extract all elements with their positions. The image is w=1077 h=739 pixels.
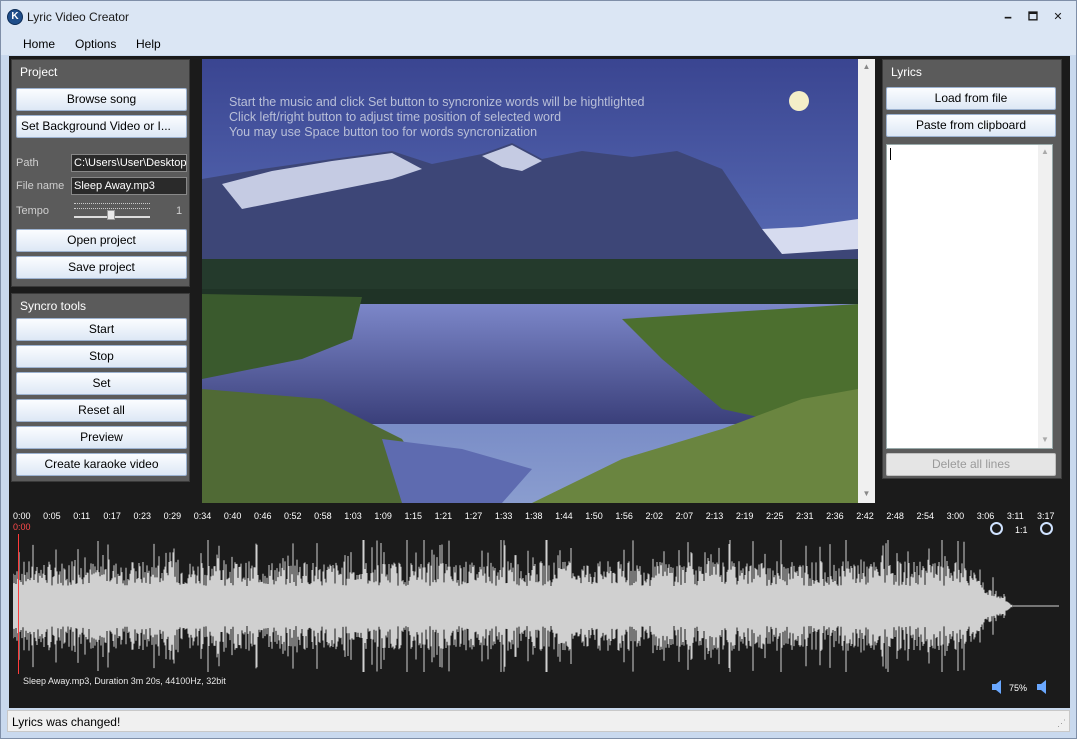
timeline-tick-label: 2:19	[735, 511, 754, 521]
menu-home[interactable]: Home	[23, 37, 55, 51]
scroll-down-icon[interactable]: ▼	[858, 489, 875, 498]
timeline-tick-label: 2:31	[796, 511, 814, 521]
close-button[interactable]: ✕	[1047, 7, 1069, 27]
lyrics-panel-title: Lyrics	[891, 65, 922, 79]
tempo-ticks	[74, 203, 150, 209]
zoom-out-icon[interactable]	[1040, 522, 1053, 535]
hint-line-2: Click left/right button to adjust time p…	[229, 110, 562, 124]
file-name-field[interactable]: Sleep Away.mp3	[71, 177, 187, 195]
timeline-tick-label: 1:56	[615, 511, 633, 521]
paste-from-clipboard-button[interactable]: Paste from clipboard	[886, 114, 1056, 137]
timeline-tick-label: 2:48	[886, 511, 904, 521]
delete-all-lines-button[interactable]: Delete all lines	[886, 453, 1056, 476]
scroll-up-icon[interactable]: ▲	[858, 62, 875, 71]
maximize-button[interactable]: 🗖	[1022, 7, 1044, 27]
menu-options[interactable]: Options	[75, 37, 116, 51]
zoom-in-icon[interactable]	[990, 522, 1003, 535]
reset-all-button[interactable]: Reset all	[16, 399, 187, 422]
open-project-button[interactable]: Open project	[16, 229, 187, 252]
browse-song-button[interactable]: Browse song	[16, 88, 187, 111]
lyrics-scroll-up-icon[interactable]: ▲	[1041, 147, 1049, 156]
timeline-tick-label: 3:11	[1006, 511, 1024, 521]
timeline-tick-label: 2:36	[826, 511, 844, 521]
playhead-time: 0:00	[13, 522, 31, 532]
timeline-tick-label: 2:54	[916, 511, 935, 521]
lyrics-textarea[interactable]: ▲ ▼	[886, 144, 1053, 449]
project-panel: Project Browse song Set Background Video…	[11, 59, 190, 287]
timeline-tick-label: 0:52	[284, 511, 302, 521]
path-label: Path	[16, 157, 39, 169]
timeline-tick-label: 1:15	[404, 511, 423, 521]
load-from-file-button[interactable]: Load from file	[886, 87, 1056, 110]
timeline-tick-label: 1:27	[464, 511, 483, 521]
file-name-label: File name	[16, 180, 65, 192]
start-button[interactable]: Start	[16, 318, 187, 341]
syncro-tools-title: Syncro tools	[20, 299, 87, 313]
timeline-tick-label: 0:00	[13, 511, 31, 521]
timeline-tick-label: 1:44	[555, 511, 573, 521]
stop-button[interactable]: Stop	[16, 345, 187, 368]
tempo-value: 1	[176, 205, 183, 217]
timeline-tick-label: 0:46	[253, 511, 272, 521]
minimize-button[interactable]: 🗕	[997, 7, 1019, 27]
timeline-tick-label: 0:17	[103, 511, 121, 521]
syncro-tools-panel: Syncro tools Start Stop Set Reset all Pr…	[11, 293, 190, 482]
timeline-tick-label: 0:40	[223, 511, 242, 521]
menu-bar: Home Options Help	[1, 33, 1076, 55]
save-project-button[interactable]: Save project	[16, 256, 187, 279]
status-bar: Lyrics was changed! ⋰	[7, 710, 1070, 732]
volume-level: 75%	[1009, 683, 1028, 693]
preview-button[interactable]: Preview	[16, 426, 187, 449]
timeline-tick-label: 1:03	[344, 511, 362, 521]
timeline-tick-label: 2:25	[765, 511, 784, 521]
timeline-tick-label: 2:07	[675, 511, 694, 521]
resize-grip-icon[interactable]: ⋰	[1057, 718, 1066, 729]
lyrics-scrollbar[interactable]: ▲ ▼	[1038, 145, 1052, 448]
timeline-tick-label: 1:38	[525, 511, 543, 521]
workspace: Project Browse song Set Background Video…	[9, 56, 1070, 708]
timeline-tick-label: 0:58	[314, 511, 332, 521]
set-button[interactable]: Set	[16, 372, 187, 395]
window-title: Lyric Video Creator	[27, 10, 130, 24]
playhead-line[interactable]	[18, 534, 19, 674]
title-bar: K Lyric Video Creator 🗕 🗖 ✕	[1, 1, 1076, 33]
waveform-path	[13, 540, 1013, 672]
timeline-tick-label: 1:33	[494, 511, 513, 521]
menu-help[interactable]: Help	[136, 37, 161, 51]
timeline-tick-label: 0:29	[163, 511, 182, 521]
timeline-tick-label: 0:23	[133, 511, 151, 521]
audio-waveform[interactable]	[13, 536, 1059, 676]
set-background-button[interactable]: Set Background Video or I...	[16, 115, 187, 138]
video-preview[interactable]: Start the music and click Set button to …	[202, 59, 858, 503]
timeline-tick-label: 0:34	[193, 511, 212, 521]
timeline-tick-label: 2:13	[705, 511, 724, 521]
timeline-tick-label: 1:09	[374, 511, 392, 521]
timeline-tick-label: 3:06	[976, 511, 995, 521]
app-logo-icon: K	[7, 9, 23, 25]
hint-line-1: Start the music and click Set button to …	[229, 95, 645, 109]
hint-line-3: You may use Space button too for words s…	[229, 125, 538, 139]
path-field[interactable]: C:\Users\User\Desktop	[71, 154, 187, 172]
zoom-ratio: 1:1	[1015, 525, 1028, 535]
timeline-tick-label: 0:11	[73, 511, 91, 521]
timeline-tick-label: 0:05	[43, 511, 61, 521]
timeline-tick-label: 2:42	[856, 511, 874, 521]
status-message: Lyrics was changed!	[12, 715, 121, 729]
tempo-label: Tempo	[16, 205, 50, 217]
video-scrollbar[interactable]: ▲ ▼	[858, 59, 875, 503]
text-cursor	[890, 148, 891, 160]
timeline-tick-label: 3:00	[946, 511, 965, 521]
volume-down-icon[interactable]	[992, 680, 1004, 694]
tempo-slider-thumb[interactable]	[107, 210, 115, 220]
create-karaoke-video-button[interactable]: Create karaoke video	[16, 453, 187, 476]
timeline-tick-label: 1:21	[434, 511, 453, 521]
timeline-tick-label: 1:50	[585, 511, 603, 521]
timeline-tick-label: 2:02	[645, 511, 663, 521]
project-panel-title: Project	[20, 65, 58, 79]
lyrics-scroll-down-icon[interactable]: ▼	[1041, 435, 1049, 444]
audio-file-info: Sleep Away.mp3, Duration 3m 20s, 44100Hz…	[23, 676, 226, 686]
app-window: K Lyric Video Creator 🗕 🗖 ✕ Home Options…	[0, 0, 1077, 739]
timeline-tick-label: 3:17	[1037, 511, 1055, 521]
volume-up-icon[interactable]	[1037, 680, 1049, 694]
